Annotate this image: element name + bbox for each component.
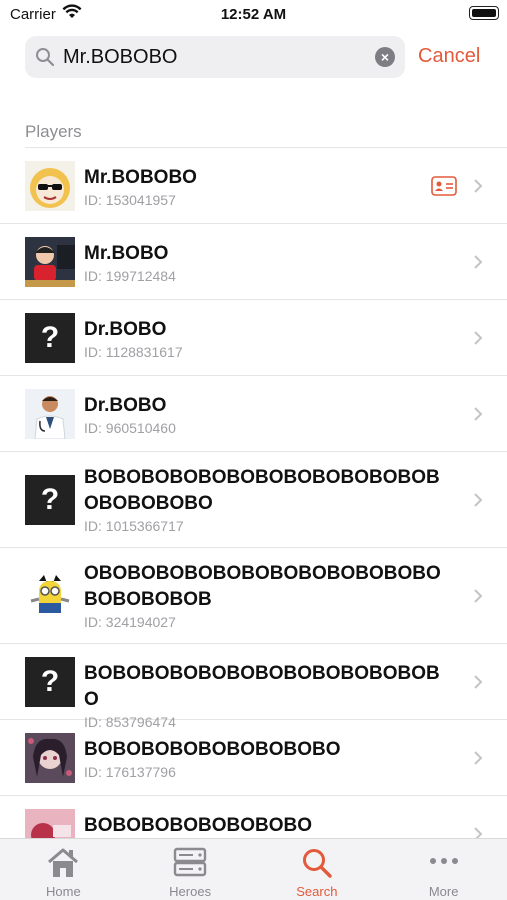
search-icon: [302, 849, 332, 878]
player-row[interactable]: ? BOBOBOBOBOBOBOBOBOBOBOBOBO ID: 8537964…: [0, 644, 507, 730]
player-row[interactable]: ? Dr.BOBO ID: 1128831617: [0, 300, 507, 376]
player-name: BOBOBOBOBOBOBOBOBOBOBOBOBOBOBOBOBO: [84, 467, 440, 514]
player-id: ID: 153041957: [84, 192, 176, 208]
more-icon: [429, 858, 458, 864]
player-name: Dr.BOBO: [84, 395, 167, 416]
player-name: Dr.BOBO: [84, 319, 167, 340]
tab-heroes-label: Heroes: [169, 884, 212, 899]
home-icon: [48, 848, 79, 877]
server-icon: [173, 847, 207, 877]
player-id: ID: 199712484: [84, 268, 176, 284]
player-id: ID: 324194027: [84, 614, 176, 630]
player-name: Mr.BOBOBO: [84, 167, 197, 188]
player-row[interactable]: BOBOBOBOBOBOBOBOBO ID: 176137796: [0, 720, 507, 796]
chevron-right-icon: [474, 179, 483, 193]
tab-heroes[interactable]: Heroes: [127, 839, 254, 900]
player-row[interactable]: Dr.BOBO ID: 960510460: [0, 376, 507, 452]
player-name: BOBOBOBOBOBOBOBO: [84, 815, 312, 836]
player-name: BOBOBOBOBOBOBOBOBOBOBOBOBO: [84, 663, 440, 710]
player-row[interactable]: Mr.BOBO ID: 199712484: [0, 224, 507, 300]
player-avatar: [25, 389, 75, 439]
question-mark-avatar-icon: ?: [25, 657, 75, 707]
search-icon: [36, 48, 55, 67]
question-mark-avatar-icon: ?: [25, 475, 75, 525]
chevron-right-icon: [474, 751, 483, 765]
search-input[interactable]: [63, 36, 363, 78]
player-avatar: [25, 571, 75, 621]
chevron-right-icon: [474, 589, 483, 603]
tab-home-label: Home: [46, 884, 81, 899]
player-row[interactable]: ? BOBOBOBOBOBOBOBOBOBOBOBOBOBOBOBOBO ID:…: [0, 452, 507, 548]
player-id: ID: 176137796: [84, 764, 176, 780]
clock: 12:52 AM: [220, 6, 287, 23]
chevron-right-icon: [474, 255, 483, 269]
tab-more[interactable]: More: [380, 839, 507, 900]
id-card-icon[interactable]: [431, 176, 457, 196]
player-name: Mr.BOBO: [84, 243, 169, 264]
search-bar[interactable]: ×: [25, 36, 405, 78]
tab-home[interactable]: Home: [0, 839, 127, 900]
tab-bar: Home Heroes Search More: [0, 838, 507, 900]
status-bar: Carrier 12:52 AM: [0, 0, 507, 28]
section-header-players: Players: [25, 122, 82, 141]
player-id: ID: 1128831617: [84, 344, 183, 360]
players-list: Mr.BOBOBO ID: 153041957 Mr.BOBO ID: 1997…: [0, 148, 507, 872]
player-avatar: [25, 733, 75, 783]
chevron-right-icon: [474, 675, 483, 689]
player-avatar: [25, 161, 75, 211]
cancel-button[interactable]: Cancel: [418, 45, 480, 68]
player-id: ID: 1015366717: [84, 518, 184, 534]
clear-search-icon[interactable]: ×: [375, 47, 395, 67]
chevron-right-icon: [474, 493, 483, 507]
tab-search-label: Search: [296, 884, 338, 899]
chevron-right-icon: [474, 407, 483, 421]
player-name: BOBOBOBOBOBOBOBOBO: [84, 739, 341, 760]
question-mark-avatar-icon: ?: [25, 313, 75, 363]
chevron-right-icon: [474, 331, 483, 345]
player-avatar: [25, 237, 75, 287]
player-row[interactable]: OBOBOBOBOBOBOBOBOBOBOBOBOBOBOBOBOB ID: 3…: [0, 548, 507, 644]
battery-icon: [469, 6, 499, 20]
player-name: OBOBOBOBOBOBOBOBOBOBOBOBOBOBOBOBOB: [84, 563, 441, 610]
tab-search[interactable]: Search: [254, 839, 381, 900]
tab-more-label: More: [428, 884, 459, 899]
player-id: ID: 960510460: [84, 420, 176, 436]
player-row[interactable]: Mr.BOBOBO ID: 153041957: [0, 148, 507, 224]
